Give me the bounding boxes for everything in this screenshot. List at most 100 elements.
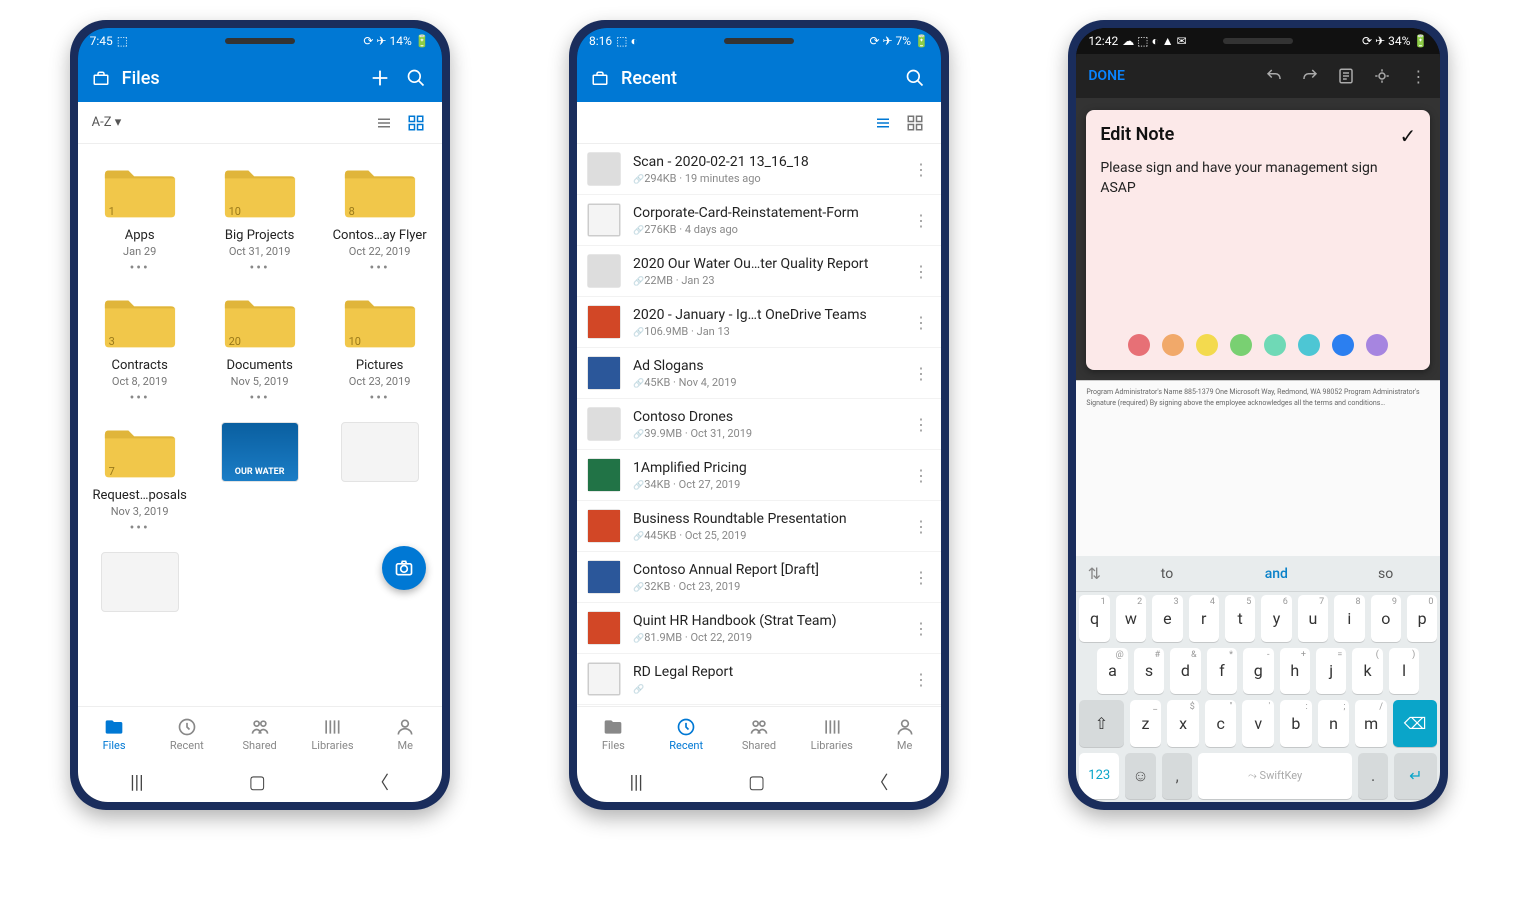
key-a[interactable]: @a (1097, 648, 1127, 695)
key-b[interactable]: :b (1280, 700, 1312, 747)
note-body[interactable]: Please sign and have your management sig… (1100, 159, 1416, 198)
nav-libraries[interactable]: Libraries (296, 707, 369, 762)
nav-shared[interactable]: Shared (223, 707, 296, 762)
sort-dropdown[interactable]: A-Z (88, 115, 368, 130)
back-softkey[interactable]: 〈 (870, 769, 888, 795)
file-row[interactable]: Corporate-Card-Reinstatement-Form 276KB … (577, 195, 941, 246)
key-r[interactable]: 4r (1189, 595, 1219, 642)
suggestion[interactable]: and (1222, 566, 1331, 582)
content-area[interactable]: 1 Apps Jan 29 ••• 10 Big Projects Oct 31… (78, 144, 442, 706)
file-row[interactable]: Business Roundtable Presentation 445KB ·… (577, 501, 941, 552)
file-row[interactable]: 2020 - January - Ig…t OneDrive Teams 106… (577, 297, 941, 348)
overflow-button[interactable]: ⋮ (1402, 60, 1434, 92)
list-view-button[interactable] (368, 107, 400, 139)
file-item[interactable]: OUR WATER (200, 414, 320, 544)
folder-item[interactable]: 1 Apps Jan 29 ••• (80, 154, 200, 284)
back-softkey[interactable]: 〈 (371, 769, 389, 795)
recents-softkey[interactable]: ||| (130, 772, 143, 793)
file-more-button[interactable]: ⋮ (909, 262, 933, 281)
suggestion[interactable]: to (1112, 566, 1221, 582)
key-symbols[interactable]: 123 (1079, 753, 1119, 800)
account-icon[interactable] (92, 70, 110, 86)
account-icon[interactable] (591, 70, 609, 86)
list-view-button[interactable] (867, 107, 899, 139)
key-o[interactable]: 9o (1371, 595, 1401, 642)
key-i[interactable]: 8i (1334, 595, 1364, 642)
key-y[interactable]: 6y (1261, 595, 1291, 642)
scan-button[interactable] (1366, 60, 1398, 92)
camera-fab[interactable] (382, 546, 426, 590)
key-p[interactable]: 0p (1407, 595, 1437, 642)
nav-files[interactable]: Files (577, 707, 650, 762)
key-q[interactable]: 1q (1079, 595, 1109, 642)
nav-libraries[interactable]: Libraries (795, 707, 868, 762)
suggestion[interactable]: so (1331, 566, 1440, 582)
color-swatch[interactable] (1128, 334, 1150, 356)
file-row[interactable]: Quint HR Handbook (Strat Team) 81.9MB · … (577, 603, 941, 654)
key-m[interactable]: /m (1355, 700, 1387, 747)
search-button[interactable] (398, 60, 434, 96)
nav-recent[interactable]: Recent (650, 707, 723, 762)
nav-me[interactable]: Me (868, 707, 941, 762)
note-button[interactable] (1330, 60, 1362, 92)
done-button[interactable]: DONE (1082, 68, 1131, 84)
file-row[interactable]: RD Legal Report ⋮ (577, 654, 941, 705)
file-more-button[interactable]: ⋮ (909, 364, 933, 383)
key-h[interactable]: +h (1280, 648, 1310, 695)
key-enter[interactable]: ↵ (1394, 753, 1437, 800)
file-row[interactable]: Scan - 2020-02-21 13_16_18 294KB · 19 mi… (577, 144, 941, 195)
grid-view-button[interactable] (899, 107, 931, 139)
content-area[interactable]: Scan - 2020-02-21 13_16_18 294KB · 19 mi… (577, 144, 941, 706)
key-j[interactable]: =j (1316, 648, 1346, 695)
folder-item[interactable]: 8 Contos…ay Flyer Oct 22, 2019 ••• (320, 154, 440, 284)
color-swatch[interactable] (1264, 334, 1286, 356)
file-more-button[interactable]: ⋮ (909, 670, 933, 689)
file-more-button[interactable]: ⋮ (909, 568, 933, 587)
add-button[interactable] (362, 60, 398, 96)
color-swatch[interactable] (1162, 334, 1184, 356)
color-swatch[interactable] (1230, 334, 1252, 356)
folder-more[interactable]: ••• (130, 260, 150, 276)
color-swatch[interactable] (1332, 334, 1354, 356)
folder-more[interactable]: ••• (370, 390, 390, 406)
folder-more[interactable]: ••• (130, 520, 150, 536)
folder-more[interactable]: ••• (250, 260, 270, 276)
nav-files[interactable]: Files (78, 707, 151, 762)
key-w[interactable]: 2w (1116, 595, 1146, 642)
redo-button[interactable] (1294, 60, 1326, 92)
key-backspace[interactable]: ⌫ (1393, 700, 1437, 747)
key-period[interactable]: . (1358, 753, 1389, 800)
file-more-button[interactable]: ⋮ (909, 517, 933, 536)
folder-more[interactable]: ••• (370, 260, 390, 276)
file-more-button[interactable]: ⋮ (909, 160, 933, 179)
home-softkey[interactable]: ▢ (748, 772, 765, 793)
folder-more[interactable]: ••• (130, 390, 150, 406)
key-n[interactable]: ;n (1318, 700, 1350, 747)
folder-item[interactable]: 20 Documents Nov 5, 2019 ••• (200, 284, 320, 414)
color-swatch[interactable] (1298, 334, 1320, 356)
file-more-button[interactable]: ⋮ (909, 466, 933, 485)
grid-view-button[interactable] (400, 107, 432, 139)
search-button[interactable] (897, 60, 933, 96)
nav-recent[interactable]: Recent (150, 707, 223, 762)
key-c[interactable]: "c (1205, 700, 1237, 747)
folder-item[interactable]: 10 Big Projects Oct 31, 2019 ••• (200, 154, 320, 284)
key-t[interactable]: 5t (1225, 595, 1255, 642)
color-swatch[interactable] (1366, 334, 1388, 356)
key-z[interactable]: _z (1130, 700, 1162, 747)
key-shift[interactable]: ⇧ (1079, 700, 1123, 747)
key-f[interactable]: *f (1207, 648, 1237, 695)
key-l[interactable]: )l (1389, 648, 1419, 695)
file-more-button[interactable]: ⋮ (909, 313, 933, 332)
nav-shared[interactable]: Shared (723, 707, 796, 762)
file-row[interactable]: Ad Slogans 45KB · Nov 4, 2019 ⋮ (577, 348, 941, 399)
key-v[interactable]: 'v (1242, 700, 1274, 747)
file-more-button[interactable]: ⋮ (909, 211, 933, 230)
file-item[interactable] (320, 414, 440, 544)
home-softkey[interactable]: ▢ (249, 772, 266, 793)
file-row[interactable]: 1Amplified Pricing 34KB · Oct 27, 2019 ⋮ (577, 450, 941, 501)
key-comma[interactable]: , (1162, 753, 1193, 800)
file-more-button[interactable]: ⋮ (909, 415, 933, 434)
file-row[interactable]: Contoso Annual Report [Draft] 32KB · Oct… (577, 552, 941, 603)
key-g[interactable]: -g (1243, 648, 1273, 695)
